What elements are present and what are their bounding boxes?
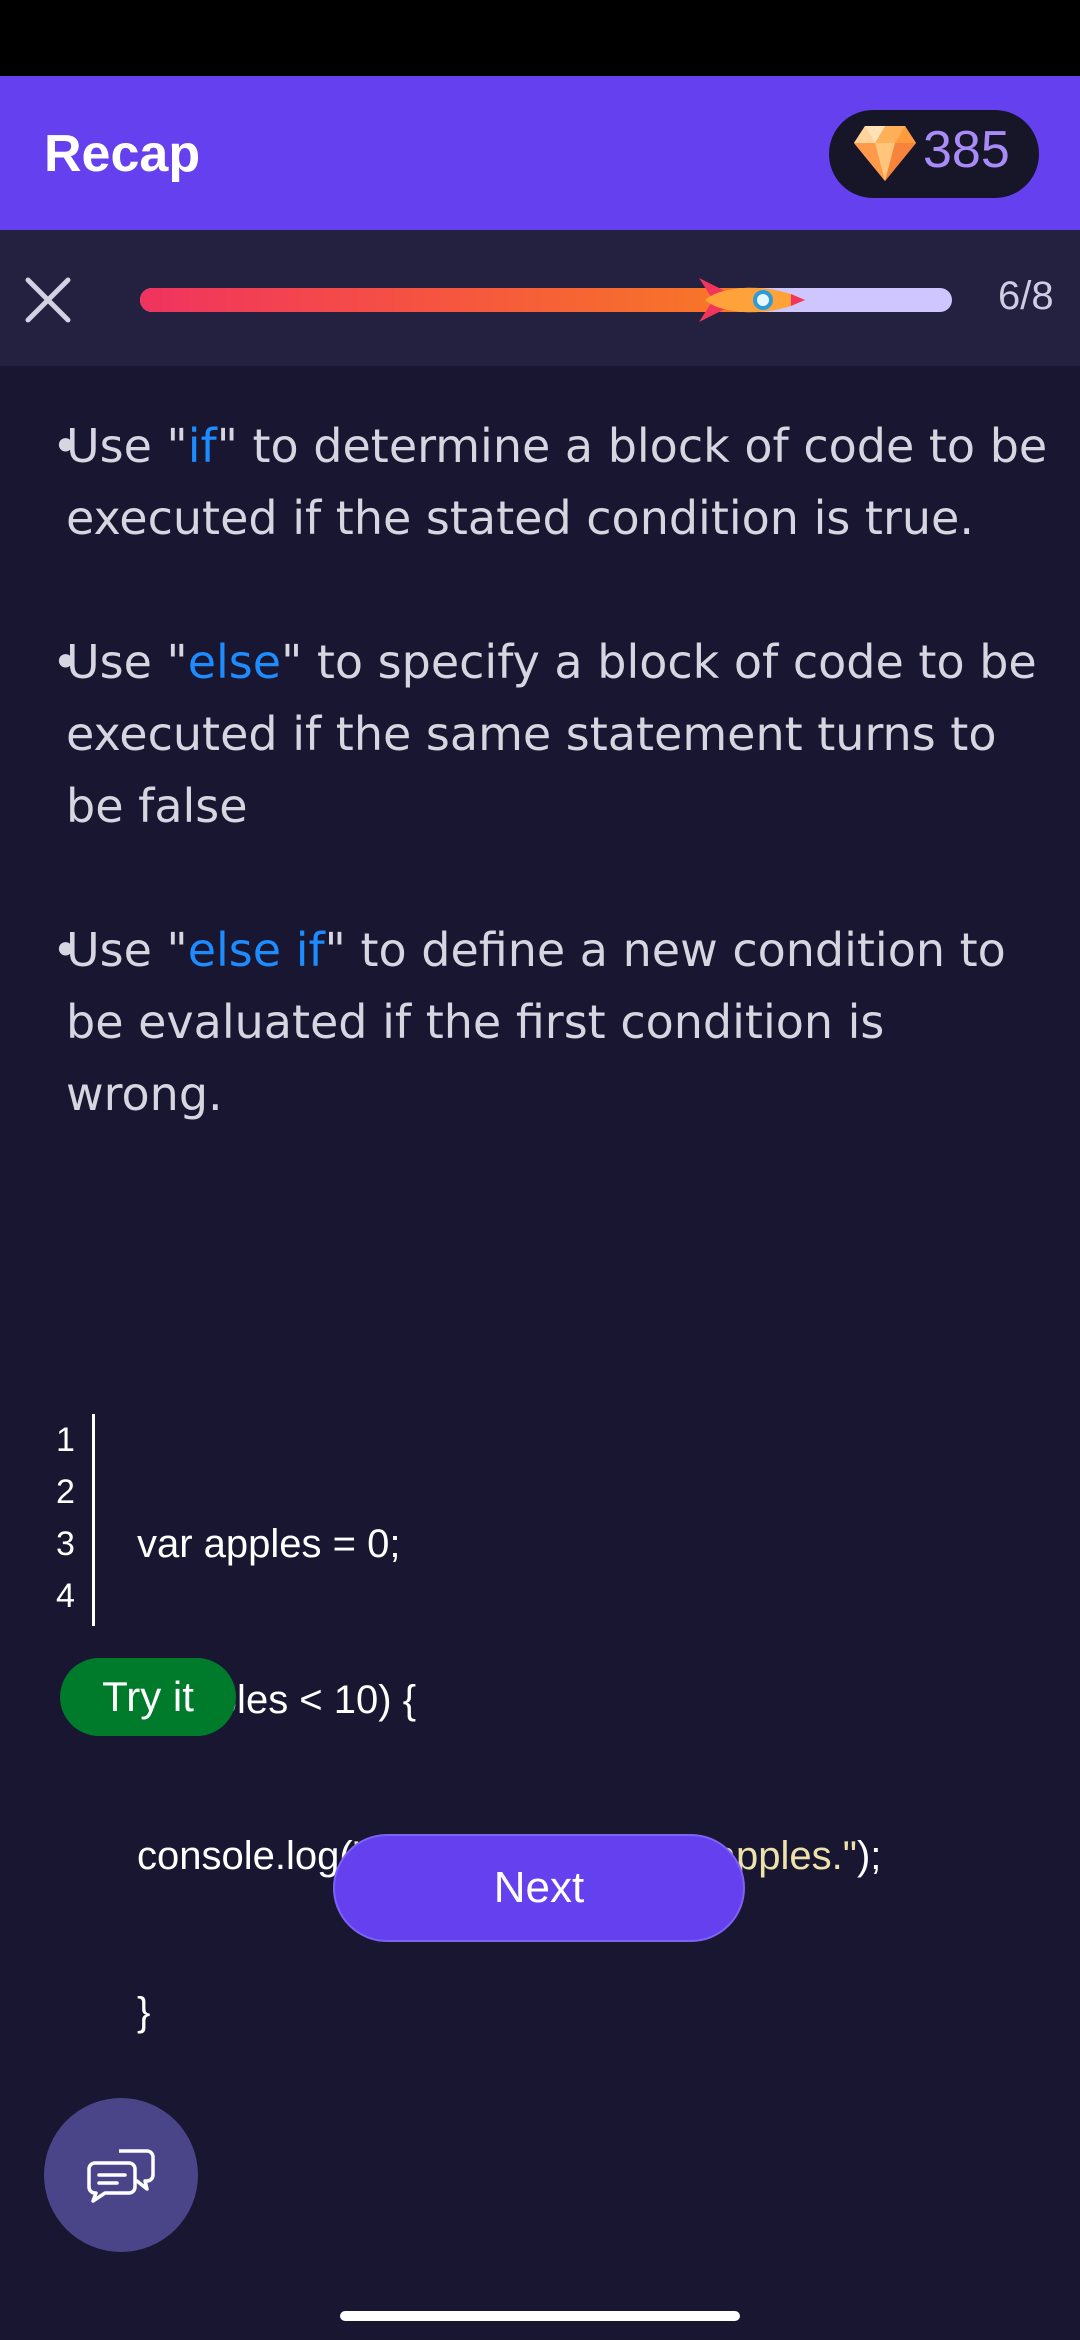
keyword-else: else [187, 635, 282, 689]
code-line: } [137, 1990, 151, 2034]
keyword-else-if: else if [187, 923, 325, 977]
rocket-icon [699, 278, 805, 322]
line-number: 3 [56, 1525, 75, 1563]
line-number: 2 [56, 1473, 75, 1511]
line-numbers: 1 2 3 4 [56, 1414, 92, 1622]
diamond-icon [854, 126, 916, 181]
try-it-button[interactable]: Try it [60, 1658, 236, 1736]
progress-fill [140, 288, 749, 312]
keyword-if: if [187, 419, 217, 473]
line-number: 1 [56, 1421, 75, 1459]
close-icon[interactable] [22, 274, 74, 326]
progress-track [140, 288, 952, 312]
recap-list: • Use "if" to determine a block of code t… [48, 410, 1048, 1202]
lesson-progress-bar: 6/8 [0, 230, 1080, 366]
gem-count: 385 [923, 121, 1010, 179]
status-bar [0, 0, 1080, 76]
app-header: Recap 385 [0, 76, 1080, 230]
recap-item-else: • Use "else" to specify a block of code t… [52, 635, 1037, 833]
chat-button[interactable] [44, 2098, 198, 2252]
code-line: if(apples < 10) { [137, 1678, 417, 1722]
next-button[interactable]: Next [333, 1834, 745, 1942]
chat-bubbles-icon [87, 2149, 155, 2203]
page-title: Recap [44, 125, 201, 183]
code-snippet: 1 2 3 4 var apples = 0; if(apples < 10) … [56, 1414, 1036, 2034]
progress-label: 6/8 [998, 274, 1054, 318]
recap-item-if: • Use "if" to determine a block of code t… [52, 419, 1048, 545]
home-indicator [340, 2311, 740, 2321]
line-number: 4 [56, 1577, 75, 1615]
code-gutter-divider [92, 1414, 95, 1626]
recap-item-else-if: • Use "else if" to define a new condition… [52, 923, 1006, 1121]
gem-counter[interactable]: 385 [829, 110, 1039, 198]
code-lines: var apples = 0; if(apples < 10) { consol… [137, 1414, 881, 2142]
code-line: var apples = 0; [137, 1522, 401, 1566]
